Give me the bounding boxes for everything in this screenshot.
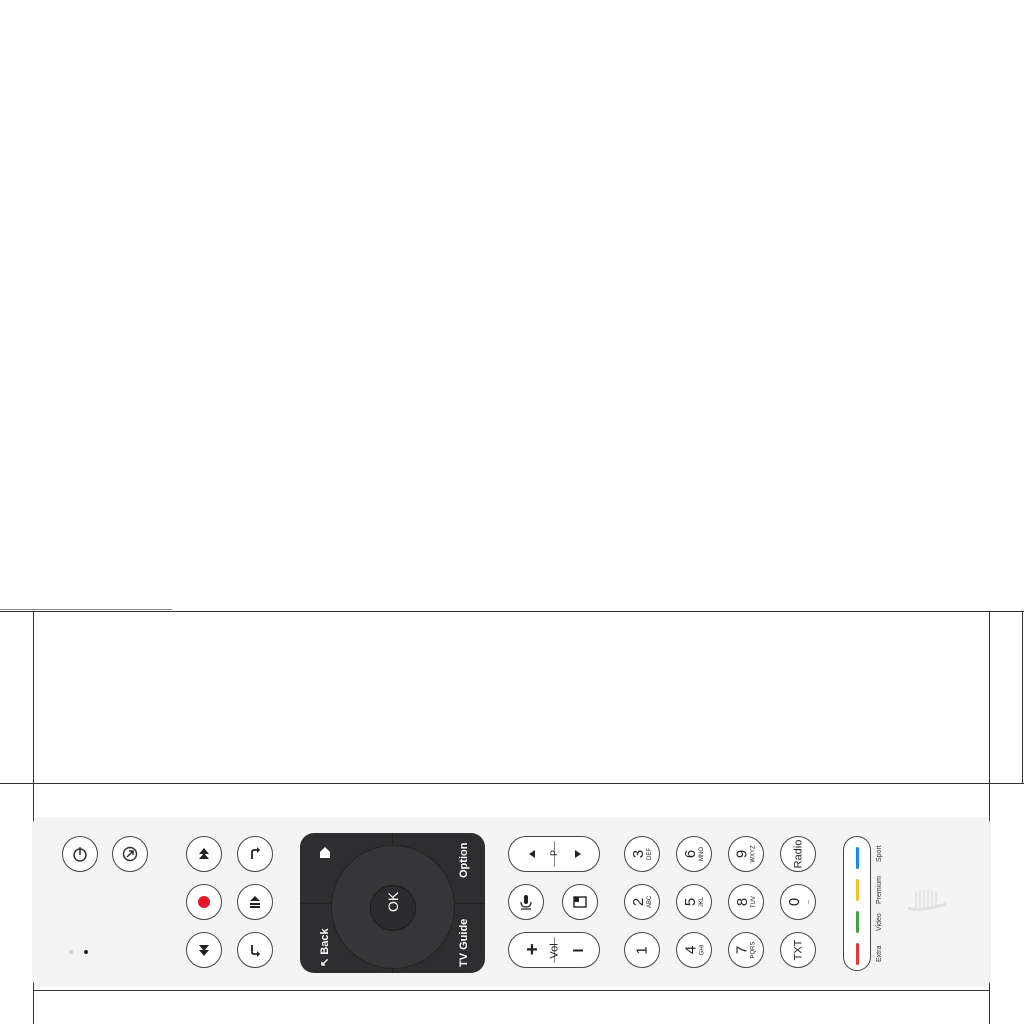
record-button[interactable] xyxy=(186,884,222,920)
key-9[interactable]: 9 WXYZ xyxy=(728,836,764,872)
microphone-icon xyxy=(520,895,532,910)
key-6-letters: MNO xyxy=(699,847,705,861)
option-label[interactable]: Option xyxy=(458,843,470,878)
key-2[interactable]: 2 ABC xyxy=(624,884,660,920)
play-pause-button[interactable] xyxy=(237,884,273,920)
volume-down-button[interactable]: – xyxy=(555,933,601,967)
key-9-digit: 9 xyxy=(734,849,751,859)
blue-key[interactable] xyxy=(856,847,859,869)
indicator-led xyxy=(69,950,73,954)
key-5[interactable]: 5 JKL xyxy=(676,884,712,920)
key-1-digit: 1 xyxy=(633,945,651,955)
skip-back-button[interactable] xyxy=(237,932,273,968)
frame-line xyxy=(0,611,1024,612)
key-8-letters: TUV xyxy=(751,896,757,908)
program-next-button[interactable] xyxy=(555,837,601,871)
sport-label: Sport xyxy=(876,845,883,862)
key-7-letters: PQRS xyxy=(750,941,757,959)
key-0-letters: _ xyxy=(803,900,809,904)
key-4-digit: 4 xyxy=(681,945,699,955)
key-2-letters: ABC xyxy=(647,895,653,909)
rewind-down-button[interactable] xyxy=(186,932,222,968)
record-icon xyxy=(198,896,210,908)
play-pause-icon xyxy=(250,896,260,908)
rewind-icon xyxy=(199,945,209,956)
key-3-letters: DEF xyxy=(647,848,653,860)
fast-forward-icon xyxy=(199,848,209,859)
frame-line xyxy=(33,990,990,991)
settings-button[interactable] xyxy=(112,836,148,872)
yellow-key[interactable] xyxy=(856,879,859,901)
radio-label: Radio xyxy=(792,839,804,869)
extra-label: Extra xyxy=(876,945,883,962)
key-7-digit: 7 xyxy=(733,945,751,955)
frame-line xyxy=(0,609,172,610)
power-button[interactable] xyxy=(62,836,98,872)
key-6[interactable]: 6 MNO xyxy=(676,836,712,872)
arrow-right-icon xyxy=(575,850,581,858)
green-key[interactable] xyxy=(856,911,859,933)
txt-label: TXT xyxy=(792,939,804,961)
key-4-letters: GHI xyxy=(698,944,705,956)
indicator-led xyxy=(84,950,88,954)
logo-watermark xyxy=(907,889,947,911)
key-3[interactable]: 3 DEF xyxy=(624,836,660,872)
radio-button[interactable]: Radio xyxy=(780,836,816,872)
skip-forward-icon xyxy=(251,847,260,859)
key-7[interactable]: 7 PQRS xyxy=(728,932,764,968)
settings-icon xyxy=(122,846,138,862)
key-8[interactable]: 8 TUV xyxy=(728,884,764,920)
red-key[interactable] xyxy=(856,943,859,965)
volume-button[interactable]: + Vol – xyxy=(508,932,600,968)
power-icon xyxy=(73,847,87,862)
key-4[interactable]: 4 GHI xyxy=(676,932,712,968)
frame-line xyxy=(1022,611,1023,783)
key-3-digit: 3 xyxy=(630,849,647,859)
minus-icon: – xyxy=(572,938,584,961)
fast-forward-up-button[interactable] xyxy=(186,836,222,872)
plus-icon: + xyxy=(526,938,538,961)
skip-back-icon xyxy=(251,945,260,957)
home-icon[interactable] xyxy=(318,845,332,859)
back-label[interactable]: ↖ Back xyxy=(318,928,331,967)
txt-button[interactable]: TXT xyxy=(780,932,816,968)
tv-guide-label[interactable]: TV Guide xyxy=(458,919,470,967)
voice-button[interactable] xyxy=(508,884,544,920)
source-button[interactable] xyxy=(562,884,598,920)
source-icon xyxy=(573,896,587,908)
frame-line xyxy=(0,783,1024,784)
ok-label: OK xyxy=(385,891,401,912)
premium-label: Premium xyxy=(876,875,883,904)
skip-forward-button[interactable] xyxy=(237,836,273,872)
key-0[interactable]: 0 _ xyxy=(780,884,816,920)
video-label: Video xyxy=(876,913,883,931)
key-9-letters: WXYZ xyxy=(751,845,757,863)
key-0-digit: 0 xyxy=(786,897,803,907)
arrow-left-icon xyxy=(529,850,535,858)
key-5-letters: JKL xyxy=(699,896,705,908)
key-1[interactable]: 1 xyxy=(624,932,660,968)
key-2-digit: 2 xyxy=(630,897,647,907)
key-8-digit: 8 xyxy=(734,897,751,907)
program-button[interactable]: P xyxy=(508,836,600,872)
color-keys xyxy=(843,836,871,971)
key-6-digit: 6 xyxy=(682,849,699,859)
key-5-digit: 5 xyxy=(682,897,699,907)
